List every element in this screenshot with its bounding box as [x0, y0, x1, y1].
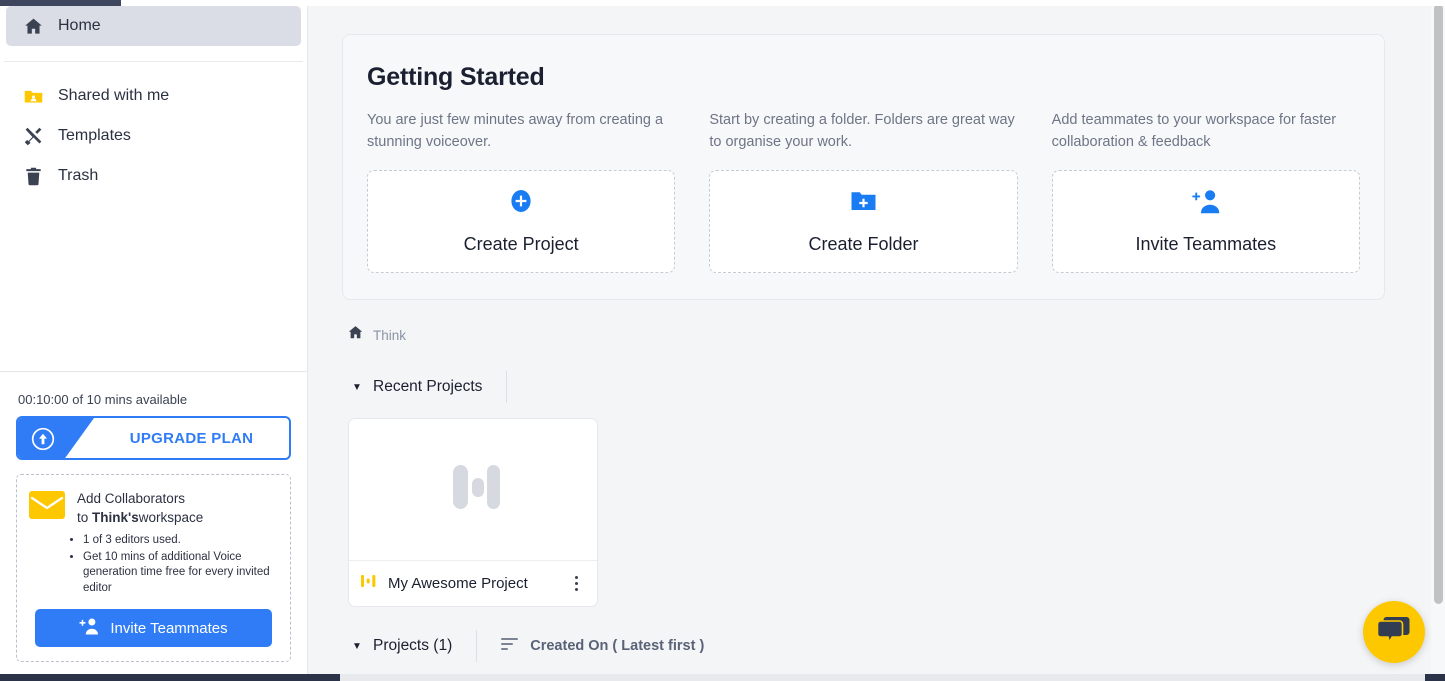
- recent-projects-title: Recent Projects: [373, 378, 483, 395]
- sidebar-invite-teammates-button[interactable]: Invite Teammates: [35, 609, 272, 647]
- collab-workspace-owner: Think's: [92, 510, 139, 525]
- getting-started-column-create-project: You are just few minutes away from creat…: [367, 109, 676, 273]
- home-icon: [347, 324, 364, 346]
- sort-icon: [501, 637, 519, 656]
- project-footer: My Awesome Project: [349, 561, 597, 606]
- sidebar-item-label: Home: [58, 17, 101, 34]
- sidebar-item-templates[interactable]: Templates: [6, 116, 301, 156]
- column-description: Start by creating a folder. Folders are …: [709, 112, 1015, 150]
- create-project-label: Create Project: [463, 234, 579, 254]
- project-card[interactable]: My Awesome Project: [348, 418, 598, 607]
- waveform-icon: [446, 461, 500, 518]
- caret-down-icon[interactable]: ▼: [348, 641, 366, 652]
- plus-circle-icon: [508, 188, 534, 219]
- upgrade-plan-label: UPGRADE PLAN: [129, 429, 254, 447]
- collaborators-bullets: 1 of 3 editors used. Get 10 mins of addi…: [69, 533, 278, 596]
- recent-projects-list: My Awesome Project: [342, 418, 1397, 607]
- trash-icon: [22, 165, 44, 187]
- sidebar-nav: Home Shared with me Templates Trash: [0, 6, 307, 196]
- home-icon: [22, 15, 44, 37]
- folder-shared-icon: [22, 85, 44, 107]
- main-content: Getting Started You are just few minutes…: [308, 0, 1445, 681]
- getting-started-panel: Getting Started You are just few minutes…: [342, 34, 1385, 300]
- breadcrumb-label: Think: [373, 327, 407, 343]
- column-description: Add teammates to your workspace for fast…: [1051, 112, 1337, 150]
- chat-bubbles-icon: [1376, 615, 1411, 650]
- collab-suffix: workspace: [138, 510, 204, 525]
- projects-title: Projects (1): [373, 637, 453, 654]
- add-collaborators-card: Add Collaborators to Think'sworkspace 1 …: [16, 474, 291, 662]
- sidebar: Home Shared with me Templates Trash 00:1…: [0, 0, 308, 681]
- breadcrumb[interactable]: Think: [342, 324, 1397, 346]
- top-scrollbar-thumb[interactable]: [0, 0, 121, 6]
- collaborators-header: Add Collaborators to Think'sworkspace: [29, 489, 278, 527]
- invite-teammates-button[interactable]: Invite Teammates: [1051, 170, 1360, 273]
- list-item: Get 10 mins of additional Voice generati…: [83, 550, 278, 597]
- upgrade-plan-button[interactable]: UPGRADE PLAN: [16, 416, 291, 460]
- collaborators-text: Add Collaborators to Think'sworkspace: [77, 489, 203, 527]
- create-folder-button[interactable]: Create Folder: [709, 170, 1018, 273]
- quota-text: 00:10:00 of 10 mins available: [18, 392, 188, 407]
- create-project-button[interactable]: Create Project: [367, 170, 676, 273]
- sidebar-item-label: Shared with me: [58, 87, 170, 104]
- top-scrollbar-track[interactable]: [121, 0, 1445, 6]
- invite-teammates-label: Invite Teammates: [1135, 234, 1277, 254]
- collaborators-line-2: to Think'sworkspace: [77, 508, 203, 527]
- sidebar-item-label: Templates: [58, 127, 131, 144]
- arrow-up-circle-icon: [31, 427, 55, 451]
- chat-widget-button[interactable]: [1363, 601, 1425, 663]
- person-add-icon: [79, 617, 99, 639]
- list-item: 1 of 3 editors used.: [83, 533, 278, 549]
- sidebar-nav-separator: [4, 61, 303, 62]
- getting-started-column-invite-teammates: Add teammates to your workspace for fast…: [1051, 109, 1360, 273]
- projects-header: ▼ Projects (1) Created On ( Latest first…: [342, 629, 1397, 663]
- bottom-scrollbar-end[interactable]: [1425, 674, 1445, 681]
- collaborators-line-1: Add Collaborators: [77, 491, 186, 506]
- project-thumbnail: [349, 419, 597, 561]
- folder-plus-icon: [850, 188, 877, 219]
- collab-prefix: to: [77, 510, 93, 525]
- recent-projects-header: ▼ Recent Projects: [342, 370, 1397, 404]
- waveform-icon: [361, 573, 378, 594]
- sidebar-item-label: Trash: [58, 167, 99, 184]
- sidebar-item-home[interactable]: Home: [6, 6, 301, 46]
- sidebar-item-shared-with-me[interactable]: Shared with me: [6, 76, 301, 116]
- section-divider: [506, 371, 508, 403]
- page-title: Getting Started: [367, 63, 545, 91]
- main-inner: Getting Started You are just few minutes…: [308, 34, 1445, 663]
- getting-started-grid: You are just few minutes away from creat…: [367, 109, 1360, 273]
- getting-started-column-create-folder: Start by creating a folder. Folders are …: [709, 109, 1018, 273]
- upgrade-accent-shape: [18, 418, 94, 458]
- sidebar-invite-label: Invite Teammates: [110, 619, 228, 637]
- project-name: My Awesome Project: [388, 575, 528, 592]
- column-description: You are just few minutes away from creat…: [367, 112, 664, 150]
- templates-icon: [22, 125, 44, 147]
- kebab-menu-icon[interactable]: [565, 571, 587, 597]
- create-folder-label: Create Folder: [808, 234, 919, 254]
- envelope-icon: [29, 491, 65, 519]
- bottom-scrollbar-thumb[interactable]: [0, 674, 340, 681]
- person-add-icon: [1191, 188, 1220, 219]
- sort-control[interactable]: Created On ( Latest first ): [477, 637, 704, 656]
- app-root: Home Shared with me Templates Trash 00:1…: [0, 0, 1445, 681]
- caret-down-icon[interactable]: ▼: [348, 382, 366, 393]
- vertical-scrollbar-thumb[interactable]: [1434, 4, 1443, 604]
- sort-label: Created On ( Latest first ): [530, 638, 705, 654]
- sidebar-item-trash[interactable]: Trash: [6, 156, 301, 196]
